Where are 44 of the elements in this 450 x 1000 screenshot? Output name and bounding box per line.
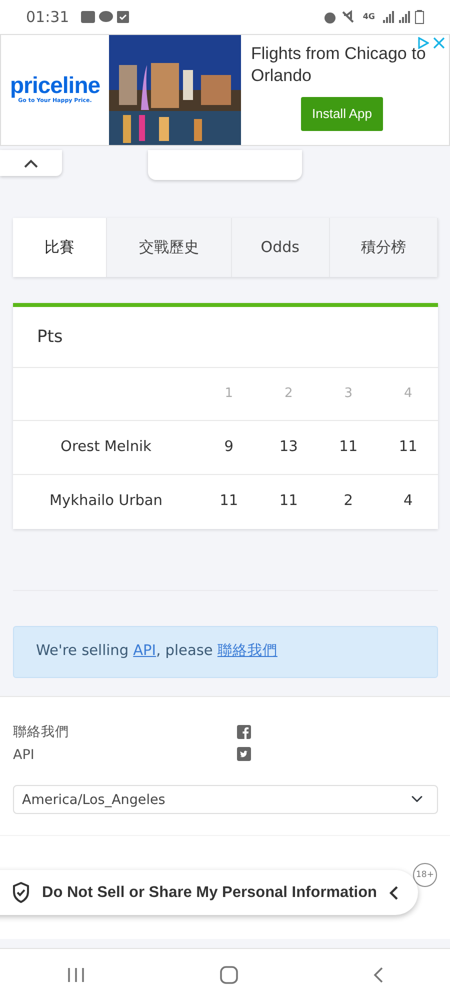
column-header: 3: [318, 368, 378, 420]
signal-icon: [399, 11, 411, 23]
score-cell: 2: [318, 474, 378, 529]
tab[interactable]: 比賽: [13, 218, 108, 276]
recent-apps-icon[interactable]: [67, 966, 86, 982]
ad-choices-icon: [417, 37, 429, 49]
brand-logo: priceline: [10, 74, 100, 98]
install-button[interactable]: Install App: [301, 97, 383, 130]
footer-link[interactable]: API: [13, 744, 237, 767]
clock: 01:31: [26, 6, 70, 28]
footer-link[interactable]: 聯絡我們: [13, 720, 237, 744]
shield-check-icon: [12, 882, 30, 903]
column-header: 1: [199, 368, 259, 420]
network-label: 4G: [362, 11, 375, 23]
facebook-icon[interactable]: [237, 724, 251, 739]
twitter-icon[interactable]: [237, 746, 251, 761]
tab[interactable]: Odds: [232, 218, 330, 276]
score-cell: 9: [199, 420, 259, 475]
signal-icon: [383, 11, 395, 23]
score-cell: 13: [258, 420, 318, 475]
column-header: 4: [378, 368, 438, 420]
battery-icon: [415, 10, 424, 24]
banner-label: Do Not Sell or Share My Personal Information: [42, 882, 378, 903]
player-name: Mykhailo Urban: [13, 474, 199, 529]
score-cell: 11: [258, 474, 318, 529]
back-icon[interactable]: [372, 966, 383, 982]
notice-text: We're selling API, please 聯絡我們: [36, 643, 278, 659]
tab[interactable]: 交戰歷史: [107, 218, 232, 276]
privacy-banner[interactable]: Do Not Sell or Share My Personal Information: [0, 870, 418, 915]
chevron-left-icon[interactable]: [389, 886, 400, 900]
chevron-up-icon: [24, 158, 38, 168]
ad-headline: Flights from Chicago to Orlando: [251, 43, 427, 87]
checkbox-icon: [117, 11, 130, 23]
score-cell: 11: [199, 474, 259, 529]
tab[interactable]: 積分榜: [330, 218, 438, 276]
player-name: Orest Melnik: [13, 420, 199, 475]
card-title: Pts: [36, 326, 64, 348]
score-cell: 11: [318, 420, 378, 475]
home-icon[interactable]: [220, 966, 238, 984]
timezone-select[interactable]: America/Los_Angeles: [13, 784, 438, 814]
close-icon[interactable]: [433, 37, 445, 49]
column-header: 2: [258, 368, 318, 420]
score-cell: 4: [378, 474, 438, 529]
score-cell: 11: [378, 420, 438, 475]
